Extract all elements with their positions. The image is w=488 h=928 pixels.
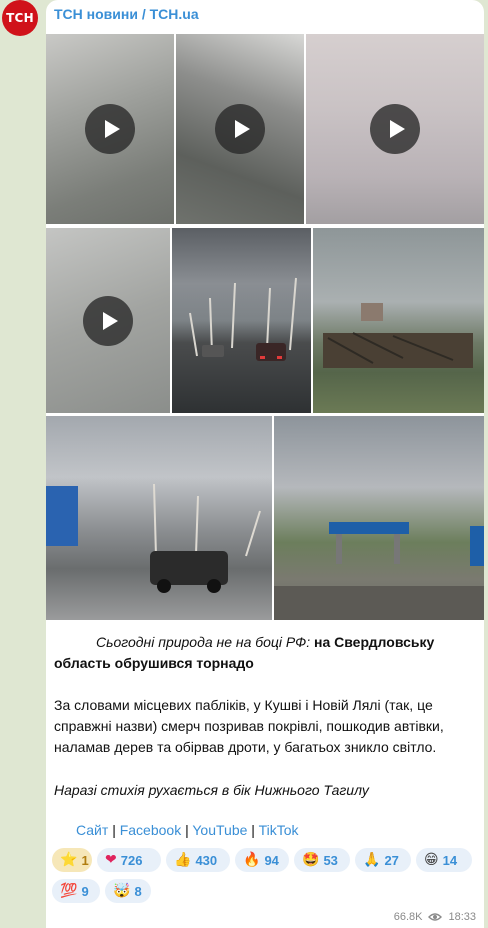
post-paragraph-line: справжні назви) смерч позривав покрівлі,…: [54, 718, 444, 734]
post-text: Сьогодні природа не на боці РФ: на Сверд…: [54, 632, 474, 674]
channel-avatar[interactable]: ТСН: [2, 0, 38, 36]
pray-icon: 🙏: [363, 852, 381, 868]
message-meta: 66.8K 18:33: [394, 911, 476, 923]
view-count: 66.8K: [393, 911, 423, 923]
reaction-grin[interactable]: 😁 14: [416, 848, 472, 872]
link-separator: |: [112, 822, 116, 838]
play-icon[interactable]: [370, 104, 420, 154]
reaction-hundred[interactable]: 💯 9: [52, 879, 100, 903]
channel-name[interactable]: ТСН новини / TCH.ua: [54, 6, 199, 22]
reaction-thumbs-up[interactable]: 👍 430: [166, 848, 230, 872]
post-paragraph-2: За словами місцевих пабліків, у Кушві і …: [54, 695, 474, 758]
message-bubble: ТСН новини / TCH.ua Сьогодні природа не …: [46, 0, 484, 928]
video-thumbnail-2[interactable]: [176, 34, 304, 224]
reaction-count: 14: [442, 852, 458, 868]
road-scene-image: [189, 277, 297, 361]
video-thumbnail-4[interactable]: [46, 228, 170, 413]
play-icon[interactable]: [85, 104, 135, 154]
photo-destroyed-buildings[interactable]: [313, 228, 484, 413]
reaction-heart[interactable]: ❤ 726: [97, 848, 161, 872]
reaction-fire[interactable]: 🔥 94: [235, 848, 289, 872]
play-icon[interactable]: [83, 295, 133, 346]
mind-blown-icon: 🤯: [113, 883, 131, 899]
hundred-icon: 💯: [60, 883, 78, 899]
link-youtube[interactable]: YouTube: [192, 822, 247, 838]
post-intro-italic: Сьогодні природа не на боці РФ:: [96, 634, 311, 650]
reaction-count: 726: [120, 852, 143, 868]
star-icon: ⭐: [60, 852, 78, 868]
video-thumbnail-3[interactable]: [306, 34, 484, 224]
debris-scene-image: [323, 303, 473, 368]
post-paragraph-line: наламав дерев та обірвав дроти, у багать…: [54, 739, 437, 755]
reaction-star-struck[interactable]: 🤩 53: [294, 848, 350, 872]
reaction-count: 8: [134, 883, 142, 899]
reaction-count: 1: [81, 852, 89, 868]
video-thumbnail-1[interactable]: [46, 34, 174, 224]
link-tiktok[interactable]: TikTok: [259, 822, 299, 838]
thumbs-up-icon: 👍: [174, 852, 192, 868]
message-time: 18:33: [448, 911, 476, 923]
photo-gas-station[interactable]: [274, 416, 484, 620]
heart-icon: ❤: [105, 852, 117, 868]
reaction-count: 9: [81, 883, 89, 899]
photo-road-car[interactable]: [46, 416, 272, 620]
reaction-mind-blown[interactable]: 🤯 8: [105, 879, 151, 903]
reaction-star[interactable]: ⭐ 1: [52, 848, 92, 872]
reaction-count: 53: [323, 852, 338, 868]
link-site[interactable]: Сайт: [76, 822, 108, 838]
play-icon[interactable]: [215, 104, 265, 154]
post-paragraph-3: Наразі стихія рухається в бік Нижнього Т…: [54, 782, 369, 798]
link-facebook[interactable]: Facebook: [120, 822, 181, 838]
reaction-count: 27: [384, 852, 399, 868]
eye-icon: [428, 913, 443, 921]
post-intro-bold: на Свердловську: [310, 634, 435, 650]
gas-station-image: [274, 522, 484, 620]
reaction-count: 94: [264, 852, 279, 868]
grin-icon: 😁: [424, 852, 439, 868]
fire-icon: 🔥: [243, 852, 261, 868]
post-links: Сайт | Facebook | YouTube | TikTok: [76, 822, 299, 838]
avatar-text: ТСН: [6, 11, 34, 25]
road-car-image: [46, 483, 261, 593]
post-intro-bold-2: область обрушився торнадо: [54, 655, 254, 671]
reaction-pray[interactable]: 🙏 27: [355, 848, 411, 872]
link-separator: |: [251, 822, 255, 838]
reaction-count: 430: [195, 852, 218, 868]
post-paragraph-line: За словами місцевих пабліків, у Кушві і …: [54, 697, 433, 713]
photo-road-trees[interactable]: [172, 228, 311, 413]
link-separator: |: [185, 822, 189, 838]
star-struck-icon: 🤩: [302, 852, 320, 868]
